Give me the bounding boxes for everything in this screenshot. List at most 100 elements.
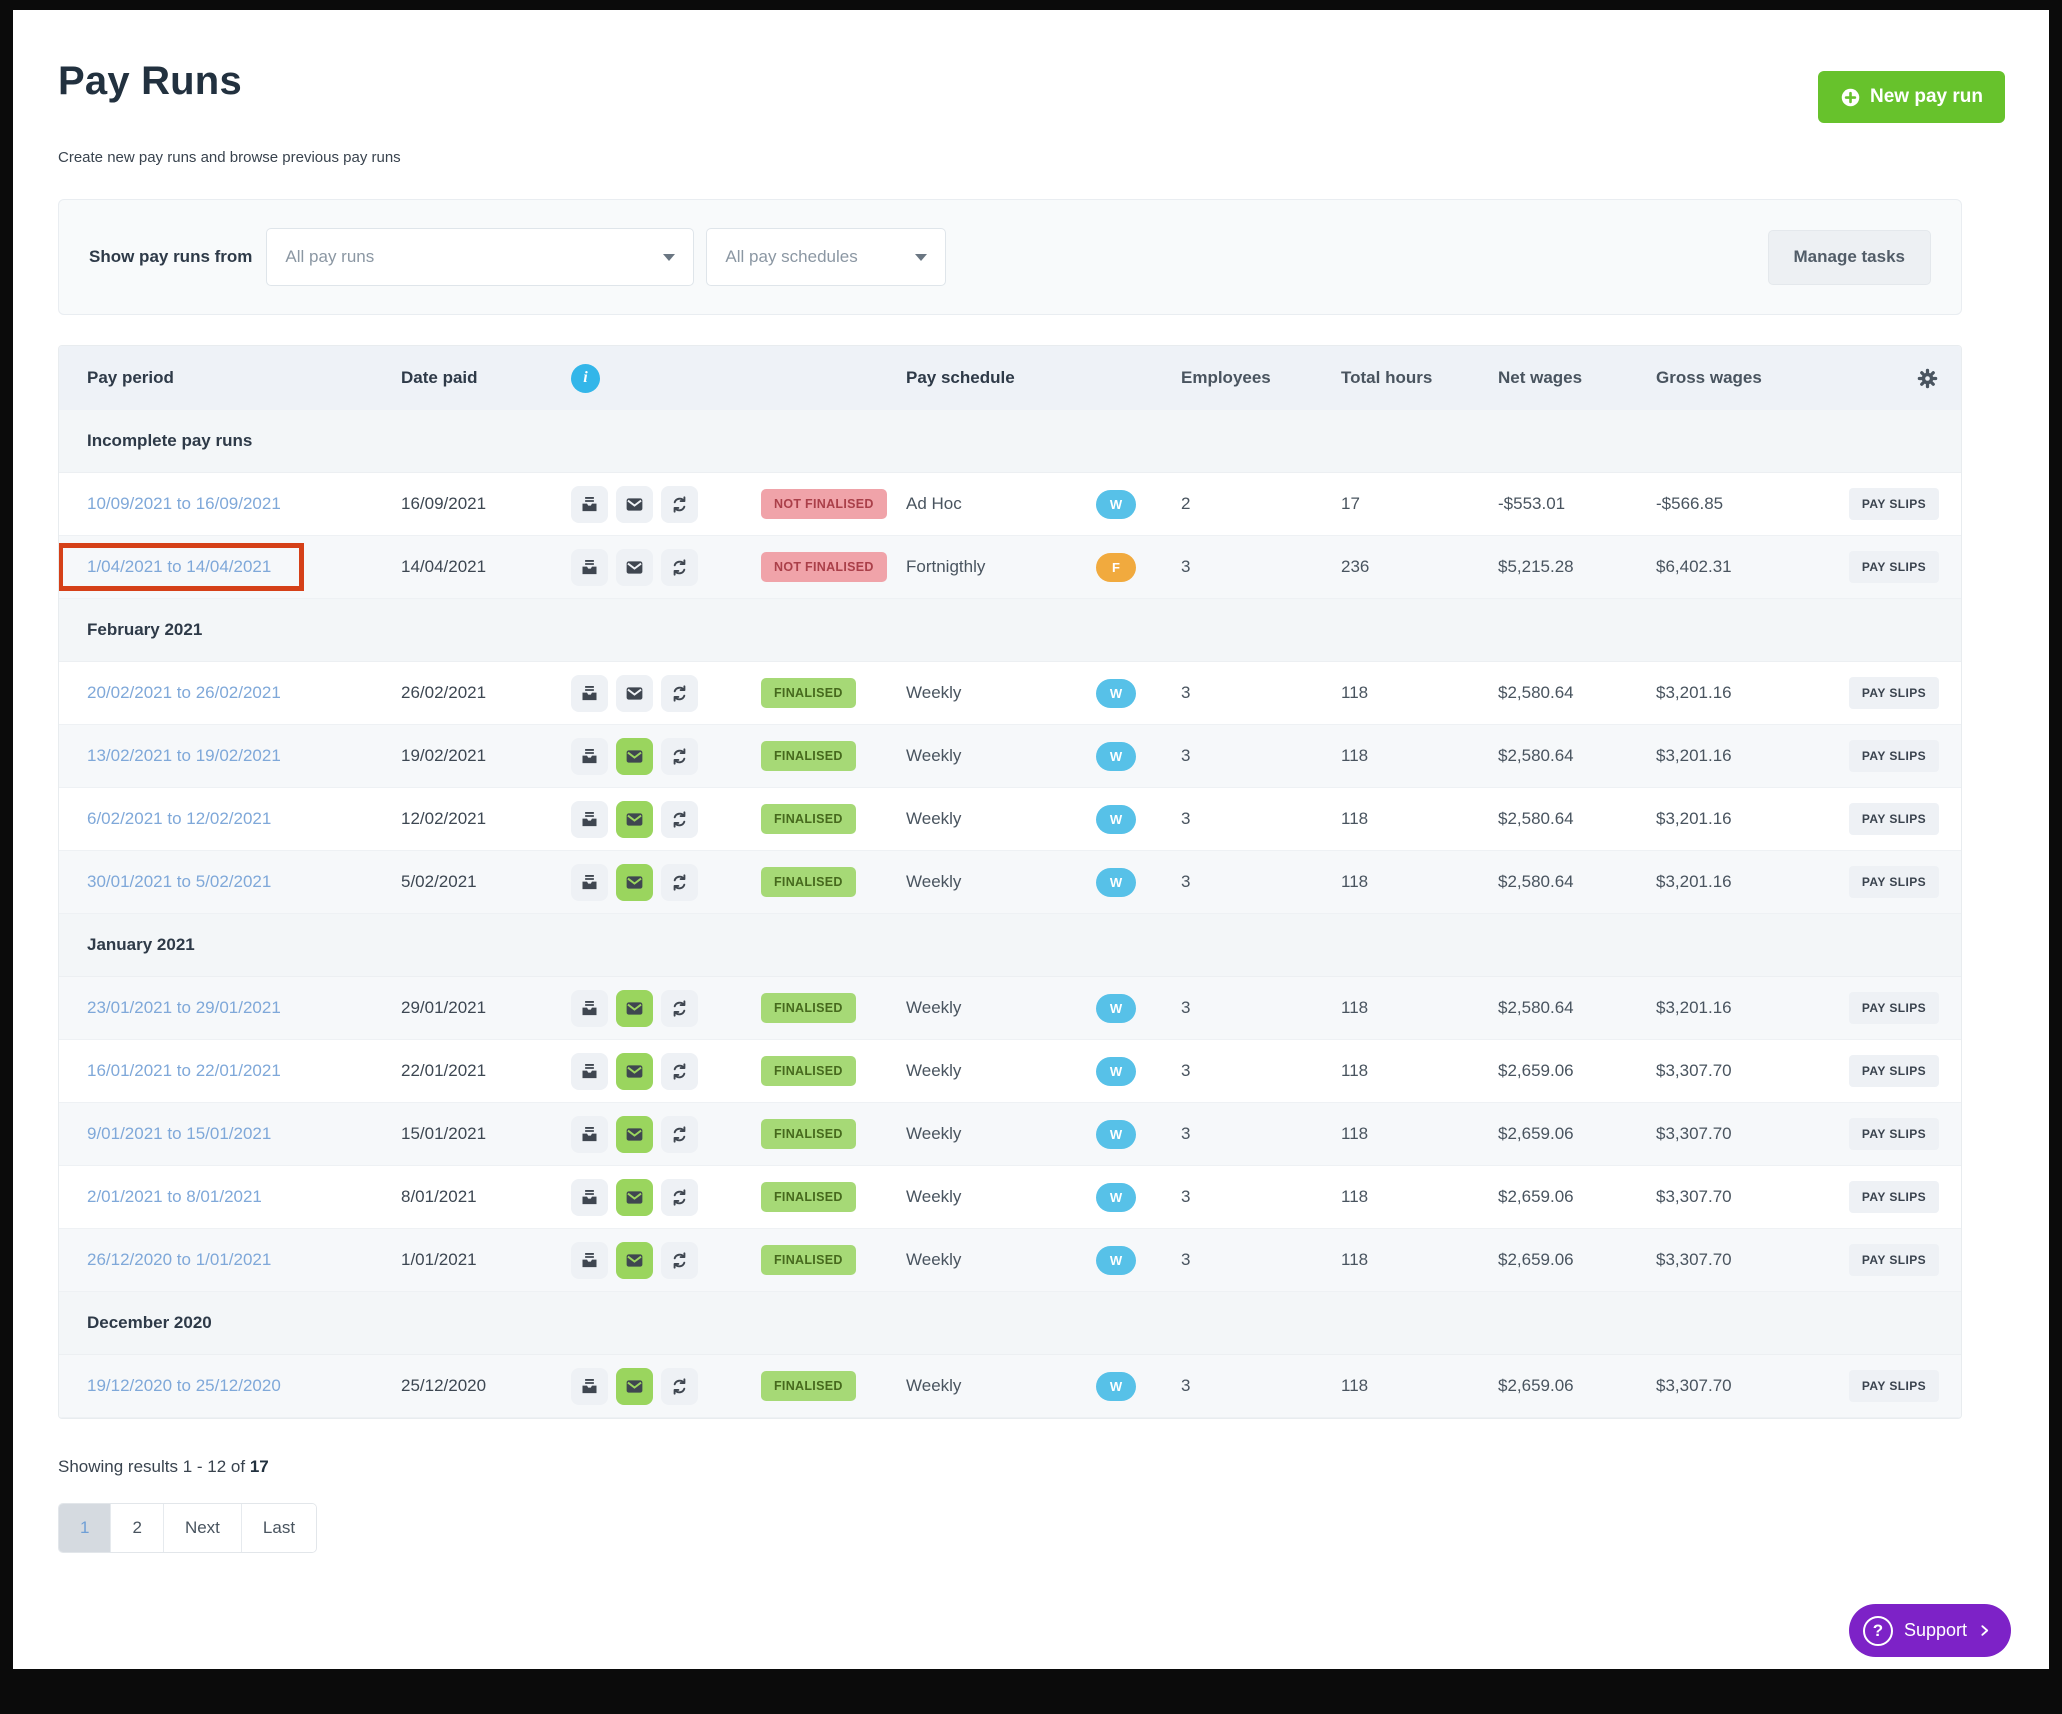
pay-slips-button[interactable]: PAY SLIPS [1849, 1370, 1939, 1402]
email-payslips-icon[interactable] [616, 1116, 653, 1153]
email-payslips-icon[interactable] [616, 1179, 653, 1216]
chevron-down-icon [663, 254, 675, 261]
status-badge: FINALISED [761, 1119, 856, 1149]
new-pay-run-button[interactable]: New pay run [1818, 71, 2005, 123]
pay-period-link[interactable]: 1/04/2021 to 14/04/2021 [87, 557, 271, 576]
print-payslips-icon[interactable] [571, 549, 608, 586]
net-wages-cell: $2,659.06 [1498, 1250, 1656, 1270]
recurring-sync-icon[interactable] [661, 1053, 698, 1090]
pay-slips-button[interactable]: PAY SLIPS [1849, 1118, 1939, 1150]
recurring-sync-icon[interactable] [661, 1116, 698, 1153]
pay-period-link[interactable]: 6/02/2021 to 12/02/2021 [87, 809, 271, 828]
pay-slips-button[interactable]: PAY SLIPS [1849, 866, 1939, 898]
section-header-row: February 2021 [59, 599, 1961, 662]
email-payslips-icon[interactable] [616, 801, 653, 838]
column-header-total-hours: Total hours [1341, 368, 1498, 388]
pay-slips-button[interactable]: PAY SLIPS [1849, 551, 1939, 583]
gross-wages-cell: $3,201.16 [1656, 809, 1816, 829]
net-wages-cell: $2,580.64 [1498, 809, 1656, 829]
pay-slips-button[interactable]: PAY SLIPS [1849, 488, 1939, 520]
email-payslips-icon[interactable] [616, 1053, 653, 1090]
info-icon[interactable]: i [571, 364, 600, 393]
table-row: 1/04/2021 to 14/04/2021 14/04/2021 [59, 536, 1961, 599]
pay-period-link[interactable]: 26/12/2020 to 1/01/2021 [87, 1250, 271, 1269]
total-hours-cell: 118 [1341, 683, 1498, 703]
pay-schedule-cell: Weekly [906, 1376, 1096, 1396]
recurring-sync-icon[interactable] [661, 549, 698, 586]
print-payslips-icon[interactable] [571, 801, 608, 838]
total-hours-cell: 17 [1341, 494, 1498, 514]
date-paid-cell: 19/02/2021 [374, 746, 544, 766]
pay-slips-button[interactable]: PAY SLIPS [1849, 1055, 1939, 1087]
pay-period-link[interactable]: 9/01/2021 to 15/01/2021 [87, 1124, 271, 1143]
email-payslips-icon[interactable] [616, 486, 653, 523]
print-payslips-icon[interactable] [571, 990, 608, 1027]
pay-slips-button[interactable]: PAY SLIPS [1849, 1181, 1939, 1213]
section-header-label: Incomplete pay runs [87, 431, 252, 451]
gear-icon[interactable] [1916, 367, 1939, 390]
email-payslips-icon[interactable] [616, 1368, 653, 1405]
print-payslips-icon[interactable] [571, 1368, 608, 1405]
email-payslips-icon[interactable] [616, 738, 653, 775]
pay-schedule-cell: Weekly [906, 1250, 1096, 1270]
email-payslips-icon[interactable] [616, 549, 653, 586]
total-hours-cell: 118 [1341, 1124, 1498, 1144]
email-payslips-icon[interactable] [616, 1242, 653, 1279]
print-payslips-icon[interactable] [571, 486, 608, 523]
print-payslips-icon[interactable] [571, 1116, 608, 1153]
pay-slips-button[interactable]: PAY SLIPS [1849, 740, 1939, 772]
pay-period-link[interactable]: 20/02/2021 to 26/02/2021 [87, 683, 281, 702]
recurring-sync-icon[interactable] [661, 675, 698, 712]
date-paid-cell: 25/12/2020 [374, 1376, 544, 1396]
pay-schedule-cell: Weekly [906, 809, 1096, 829]
pay-slips-button[interactable]: PAY SLIPS [1849, 992, 1939, 1024]
pay-period-link[interactable]: 16/01/2021 to 22/01/2021 [87, 1061, 281, 1080]
net-wages-cell: $5,215.28 [1498, 557, 1656, 577]
recurring-sync-icon[interactable] [661, 1242, 698, 1279]
print-payslips-icon[interactable] [571, 1179, 608, 1216]
employees-cell: 3 [1181, 1187, 1341, 1207]
pay-period-link[interactable]: 30/01/2021 to 5/02/2021 [87, 872, 271, 891]
question-icon: ? [1863, 1616, 1893, 1646]
recurring-sync-icon[interactable] [661, 1368, 698, 1405]
print-payslips-icon[interactable] [571, 1242, 608, 1279]
email-payslips-icon[interactable] [616, 864, 653, 901]
manage-tasks-button[interactable]: Manage tasks [1768, 230, 1932, 285]
pay-slips-button[interactable]: PAY SLIPS [1849, 677, 1939, 709]
annotation-highlight-target: 1/04/2021 to 14/04/2021 [87, 557, 271, 577]
total-hours-cell: 236 [1341, 557, 1498, 577]
pay-period-link[interactable]: 10/09/2021 to 16/09/2021 [87, 494, 281, 513]
pagination-last-button[interactable]: Last [242, 1504, 316, 1552]
pagination-page-2[interactable]: 2 [111, 1504, 163, 1552]
table-row: 23/01/2021 to 29/01/2021 29/01/2021 [59, 977, 1961, 1040]
section-header-label: February 2021 [87, 620, 202, 640]
pay-runs-dropdown[interactable]: All pay runs [266, 228, 694, 286]
pay-period-link[interactable]: 13/02/2021 to 19/02/2021 [87, 746, 281, 765]
print-payslips-icon[interactable] [571, 675, 608, 712]
pay-period-link[interactable]: 19/12/2020 to 25/12/2020 [87, 1376, 281, 1395]
pay-slips-button[interactable]: PAY SLIPS [1849, 803, 1939, 835]
email-payslips-icon[interactable] [616, 990, 653, 1027]
pay-period-link[interactable]: 23/01/2021 to 29/01/2021 [87, 998, 281, 1017]
total-hours-cell: 118 [1341, 1061, 1498, 1081]
pay-schedules-dropdown[interactable]: All pay schedules [706, 228, 946, 286]
pay-period-link[interactable]: 2/01/2021 to 8/01/2021 [87, 1187, 262, 1206]
print-payslips-icon[interactable] [571, 738, 608, 775]
pagination-next-button[interactable]: Next [164, 1504, 242, 1552]
recurring-sync-icon[interactable] [661, 738, 698, 775]
support-button[interactable]: ? Support [1849, 1604, 2011, 1657]
schedule-frequency-badge: W [1096, 1246, 1136, 1275]
recurring-sync-icon[interactable] [661, 1179, 698, 1216]
print-payslips-icon[interactable] [571, 864, 608, 901]
recurring-sync-icon[interactable] [661, 990, 698, 1027]
results-summary-text: Showing results 1 - 12 of [58, 1457, 245, 1476]
email-payslips-icon[interactable] [616, 675, 653, 712]
print-payslips-icon[interactable] [571, 1053, 608, 1090]
pay-slips-button[interactable]: PAY SLIPS [1849, 1244, 1939, 1276]
recurring-sync-icon[interactable] [661, 801, 698, 838]
pagination-page-1[interactable]: 1 [59, 1504, 111, 1552]
schedule-frequency-badge: W [1096, 1057, 1136, 1086]
recurring-sync-icon[interactable] [661, 864, 698, 901]
net-wages-cell: $2,659.06 [1498, 1124, 1656, 1144]
recurring-sync-icon[interactable] [661, 486, 698, 523]
